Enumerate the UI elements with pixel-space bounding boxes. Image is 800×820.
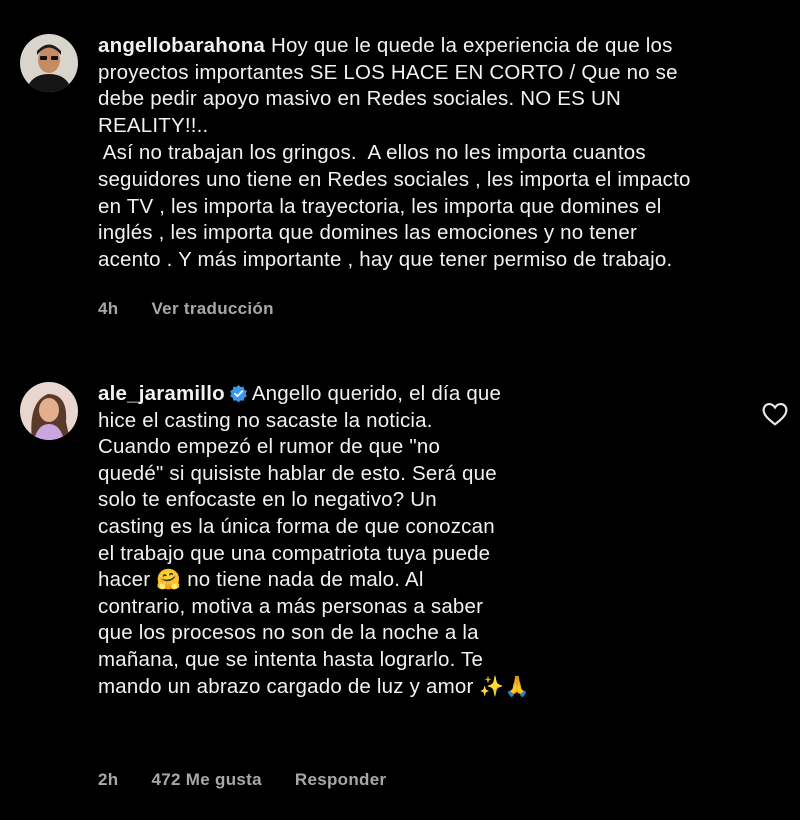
username[interactable]: angellobarahona <box>98 34 265 57</box>
hug-emoji: 🤗 <box>156 569 182 592</box>
likes-count[interactable]: 472 Me gusta <box>151 770 261 789</box>
comment-text-line: REALITY!!.. <box>98 113 209 137</box>
comment-text-line: mañana, que se intenta hasta lograrlo. T… <box>98 647 484 671</box>
heart-outline-icon[interactable] <box>762 402 788 426</box>
username[interactable]: ale_jaramillo <box>98 382 225 405</box>
comment-text-line: debe pedir apoyo masivo en Redes sociale… <box>98 87 621 111</box>
comment-text-line: hice el casting no sacaste la noticia. <box>98 408 433 432</box>
timestamp: 4h <box>98 299 119 318</box>
comment-text-line: Angello querido, el día que <box>251 382 502 405</box>
comment-ale-jaramillo: ale_jaramillo Angello querido, el día que… <box>0 350 800 820</box>
comment-text-line: hacer <box>98 568 151 592</box>
reply-button[interactable]: Responder <box>295 770 387 789</box>
avatar-ale-jaramillo[interactable] <box>20 382 78 440</box>
sparkles-pray-emoji: ✨🙏 <box>479 675 530 698</box>
comment-body: ale_jaramillo Angello querido, el día que… <box>98 381 688 700</box>
comment-text-line: Cuando empezó el rumor de que "no <box>98 435 441 459</box>
avatar-image <box>20 382 78 440</box>
avatar-angellobarahona[interactable] <box>20 34 78 92</box>
translate-button[interactable]: Ver traducción <box>151 299 273 318</box>
comment-meta: 4h Ver traducción <box>98 299 302 319</box>
comment-text-line: proyectos importantes SE LOS HACE EN COR… <box>98 60 678 84</box>
verified-badge-icon <box>229 384 247 403</box>
comment-text-line: el trabajo que una compatriota tuya pued… <box>98 541 491 565</box>
comment-text-line: acento . Y más importante , hay que tene… <box>98 247 673 271</box>
comment-angellobarahona: angellobarahona Hoy que le quede la expe… <box>0 0 800 350</box>
comment-text-line: quedé" si quisiste hablar de esto. Será … <box>98 461 497 485</box>
comment-text-line: mando un abrazo cargado de luz y amor <box>98 674 474 698</box>
comment-text-line: no tiene nada de malo. Al <box>187 568 424 592</box>
comment-text-line: casting es la única forma de que conozca… <box>98 514 495 538</box>
comment-meta: 2h 472 Me gusta Responder <box>98 770 414 790</box>
comment-text-line: contrario, motiva a más personas a saber <box>98 594 484 618</box>
timestamp: 2h <box>98 770 119 789</box>
comment-text-line: Así no trabajan los gringos. A ellos no … <box>98 141 646 165</box>
comment-text-line: seguidores uno tiene en Redes sociales ,… <box>98 167 691 191</box>
avatar-image <box>20 34 78 92</box>
comment-text-line: en TV , les importa la trayectoria, les … <box>98 194 662 218</box>
comment-text-line: inglés , les importa que domines las emo… <box>98 221 637 245</box>
comment-text-line: Hoy que le quede la experiencia de que l… <box>270 34 673 57</box>
comment-text-line: solo te enfocaste en lo negativo? Un <box>98 488 437 512</box>
comment-body: angellobarahona Hoy que le quede la expe… <box>98 33 788 273</box>
comment-text-line: que los procesos no son de la noche a la <box>98 621 479 645</box>
